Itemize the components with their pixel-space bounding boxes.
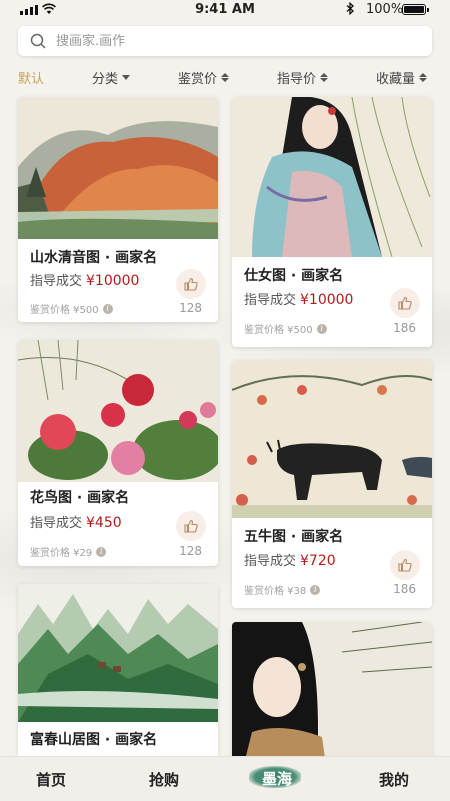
artwork-title: 花鸟图 · 画家名	[30, 490, 130, 506]
price-value: ¥450	[86, 515, 122, 531]
filter-label: 分类	[92, 72, 119, 87]
tab-mine[interactable]: 我的	[379, 769, 409, 790]
thumbs-up-icon	[398, 558, 412, 572]
appraisal-price: 鉴赏价格 ¥38 i	[244, 582, 321, 597]
guide-deal-price: 指导成交 ¥450	[30, 512, 122, 531]
status-bar: 9:41 AM 100%	[0, 0, 450, 20]
appraisal-text: 鉴赏价格 ¥500	[244, 325, 313, 336]
battery-icon	[402, 4, 429, 15]
guide-deal-price: 指导成交 ¥10000	[30, 270, 139, 289]
thumbs-up-icon	[184, 277, 198, 291]
guide-deal-price: 指导成交 ¥720	[244, 550, 336, 569]
deal-label: 指导成交	[30, 274, 83, 289]
bluetooth-icon	[346, 2, 354, 15]
artwork-image-lady-portrait	[232, 622, 432, 772]
appraisal-price: 鉴赏价格 ¥29 i	[30, 544, 107, 559]
artwork-image-landscape	[18, 97, 218, 239]
filter-label: 指导价	[277, 72, 317, 87]
deal-label: 指导成交	[244, 554, 297, 569]
filter-appraisal-price[interactable]: 鉴赏价	[178, 68, 230, 87]
artwork-card[interactable]: 花鸟图 · 画家名 指导成交 ¥450 鉴赏价格 ¥29 i 128	[18, 340, 218, 566]
like-button[interactable]	[390, 288, 420, 318]
sort-icon	[320, 73, 329, 82]
thumbs-up-icon	[398, 296, 412, 310]
price-value: ¥720	[300, 553, 336, 569]
like-button[interactable]	[176, 511, 206, 541]
info-icon[interactable]: i	[96, 546, 107, 557]
artwork-title: 五牛图 · 画家名	[244, 529, 344, 545]
artwork-card[interactable]: 山水清音图 · 画家名 指导成交 ¥10000 鉴赏价格 ¥500 i 128	[18, 97, 218, 322]
thumbs-up-icon	[184, 519, 198, 533]
artwork-title: 山水清音图 · 画家名	[30, 250, 158, 266]
deal-label: 指导成交	[30, 516, 83, 531]
artwork-image-green-mountains	[18, 584, 218, 722]
artwork-title: 富春山居图 · 画家名	[30, 732, 158, 748]
search-icon	[30, 33, 46, 49]
info-icon[interactable]: i	[316, 323, 327, 334]
tab-flash-sale[interactable]: 抢购	[149, 769, 179, 790]
like-count: 186	[393, 321, 416, 335]
like-button[interactable]	[390, 550, 420, 580]
appraisal-price: 鉴赏价格 ¥500 i	[244, 321, 327, 336]
tab-home[interactable]: 首页	[36, 769, 66, 790]
info-icon[interactable]: i	[310, 584, 321, 595]
filter-bar: 默认 分类 鉴赏价 指导价 收藏量	[0, 68, 450, 87]
filter-category[interactable]: 分类	[92, 68, 131, 87]
appraisal-text: 鉴赏价格 ¥29	[30, 548, 93, 559]
like-count: 128	[179, 544, 202, 558]
like-button[interactable]	[176, 269, 206, 299]
info-icon[interactable]: i	[102, 303, 113, 314]
artwork-card[interactable]	[232, 622, 432, 772]
bottom-tab-bar: 首页 抢购 墨海 我的	[0, 756, 450, 801]
sort-icon	[419, 73, 428, 82]
search-input[interactable]	[54, 32, 358, 50]
deal-label: 指导成交	[244, 293, 297, 308]
filter-label: 默认	[18, 72, 45, 87]
artwork-card[interactable]: 仕女图 · 画家名 指导成交 ¥10000 鉴赏价格 ¥500 i 186	[232, 97, 432, 347]
appraisal-text: 鉴赏价格 ¥500	[30, 305, 99, 316]
artwork-image-flowers	[18, 340, 218, 482]
tab-ink-sea[interactable]: 墨海	[262, 768, 292, 789]
like-count: 186	[393, 582, 416, 596]
appraisal-text: 鉴赏价格 ¥38	[244, 586, 307, 597]
filter-default[interactable]: 默认	[18, 68, 44, 87]
sort-icon	[221, 73, 230, 82]
price-value: ¥10000	[300, 292, 354, 308]
battery-percent: 100%	[366, 2, 404, 17]
artwork-card[interactable]: 五牛图 · 画家名 指导成交 ¥720 鉴赏价格 ¥38 i 186	[232, 360, 432, 608]
artwork-image-oxen	[232, 360, 432, 518]
filter-collections[interactable]: 收藏量	[376, 68, 428, 87]
like-count: 128	[179, 301, 202, 315]
price-value: ¥10000	[86, 273, 140, 289]
artwork-title: 仕女图 · 画家名	[244, 268, 344, 284]
search-bar[interactable]	[18, 26, 432, 56]
filter-label: 鉴赏价	[178, 72, 218, 87]
artwork-card[interactable]: 富春山居图 · 画家名	[18, 584, 218, 764]
appraisal-price: 鉴赏价格 ¥500 i	[30, 301, 113, 316]
filter-label: 收藏量	[376, 72, 416, 87]
artwork-image-lady	[232, 97, 432, 257]
guide-deal-price: 指导成交 ¥10000	[244, 289, 353, 308]
chevron-down-icon	[122, 75, 131, 80]
filter-guide-price[interactable]: 指导价	[277, 68, 329, 87]
